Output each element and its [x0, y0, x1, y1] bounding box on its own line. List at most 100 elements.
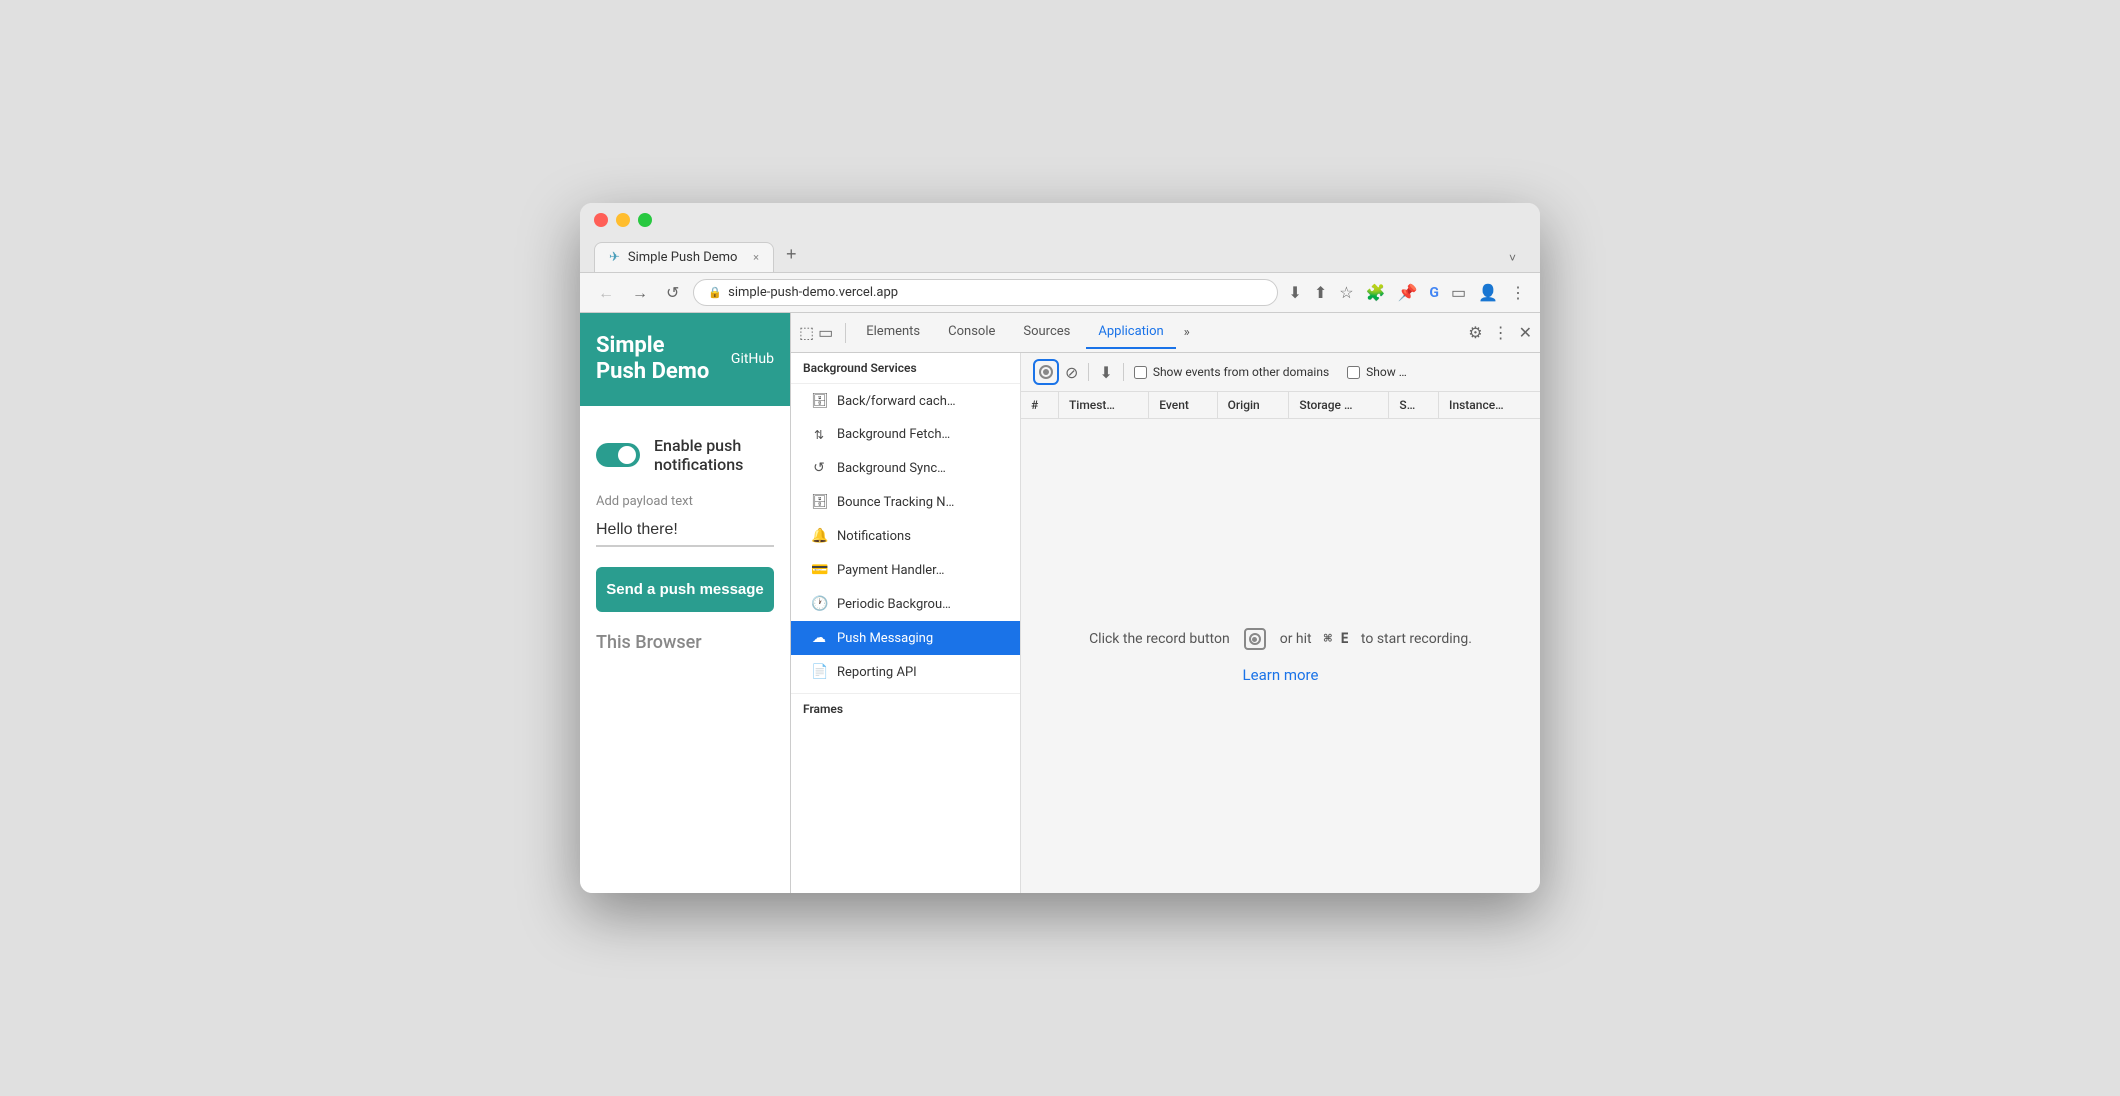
table-header-row: # Timest… Event Origin Storage … S… Inst…	[1021, 392, 1540, 419]
events-table: # Timest… Event Origin Storage … S… Inst…	[1021, 392, 1540, 419]
cast-icon[interactable]: ⬇	[1288, 283, 1301, 302]
clear-button[interactable]: ⊘	[1065, 363, 1078, 382]
record-dot	[1043, 369, 1049, 375]
address-bar: ← → ↺ 🔒 simple-push-demo.vercel.app ⬇ ⬆ …	[580, 273, 1540, 313]
sidebar-item-push-messaging[interactable]: ☁ Push Messaging	[791, 621, 1020, 655]
periodic-bg-icon: 🕐	[811, 596, 827, 612]
content-area: Simple Push Demo GitHub Enable push noti…	[580, 313, 1540, 893]
record-inner	[1039, 365, 1053, 379]
toolbar-separator-2	[1123, 363, 1124, 381]
payload-section: Add payload text	[596, 494, 774, 547]
sidebar-item-bounce-tracking[interactable]: 🗄 Bounce Tracking N…	[791, 485, 1020, 519]
payload-input[interactable]	[596, 515, 774, 547]
lock-icon: 🔒	[708, 286, 722, 299]
back-button[interactable]: ←	[594, 281, 618, 305]
url-input[interactable]: 🔒 simple-push-demo.vercel.app	[693, 279, 1278, 306]
devtools-close-icon[interactable]: ✕	[1519, 323, 1532, 342]
background-sync-icon: ↺	[811, 460, 827, 476]
sidebar-item-notifications[interactable]: 🔔 Notifications	[791, 519, 1020, 553]
tab-bar: ✈ Simple Push Demo × + ˅	[594, 237, 1526, 272]
send-push-button[interactable]: Send a push message	[596, 567, 774, 612]
share-icon[interactable]: ⬆	[1314, 283, 1327, 302]
toggle-label: Enable push notifications	[654, 436, 774, 474]
col-instance: Instance…	[1439, 392, 1540, 419]
reporting-api-icon: 📄	[811, 664, 827, 680]
devtools-toolbar: ⬚ ▭ Elements Console Sources Application…	[791, 313, 1540, 353]
col-timestamp: Timest…	[1058, 392, 1148, 419]
bookmark-icon[interactable]: ☆	[1339, 283, 1353, 302]
show-checkbox[interactable]	[1347, 366, 1360, 379]
to-start-text: to start recording.	[1361, 631, 1472, 647]
tab-elements[interactable]: Elements	[854, 316, 932, 349]
col-origin: Origin	[1217, 392, 1289, 419]
toggle-row: Enable push notifications	[596, 436, 774, 474]
shortcut-text: ⌘ E	[1324, 631, 1349, 647]
back-forward-icon: 🗄	[811, 393, 827, 409]
push-notifications-toggle[interactable]	[596, 443, 640, 467]
browser-window: ✈ Simple Push Demo × + ˅ ← → ↺ 🔒 simple-…	[580, 203, 1540, 893]
sidebar-item-payment-handler[interactable]: 💳 Payment Handler…	[791, 553, 1020, 587]
site-header: Simple Push Demo GitHub	[580, 313, 790, 406]
sidebar-item-background-fetch[interactable]: ⇅ Background Fetch…	[791, 418, 1020, 451]
traffic-lights	[594, 213, 1526, 227]
tab-close-button[interactable]: ×	[753, 251, 759, 264]
minimize-button[interactable]	[616, 213, 630, 227]
devtools-pane: ⬚ ▭ Elements Console Sources Application…	[790, 313, 1540, 893]
site-title: Simple Push Demo	[596, 333, 709, 386]
devtools-body: Background Services 🗄 Back/forward cach……	[791, 353, 1540, 893]
browser-tab[interactable]: ✈ Simple Push Demo ×	[594, 242, 774, 272]
payment-handler-icon: 💳	[811, 562, 827, 578]
background-fetch-icon: ⇅	[811, 428, 827, 442]
tab-sources[interactable]: Sources	[1011, 316, 1082, 349]
record-inline-icon	[1244, 628, 1266, 650]
layout-icon[interactable]: ▭	[1451, 283, 1466, 302]
record-button[interactable]	[1033, 359, 1059, 385]
devtools-more-icon[interactable]: ⋮	[1493, 323, 1509, 342]
this-browser-label: This Browser	[596, 632, 774, 653]
sidebar-item-periodic-background[interactable]: 🕐 Periodic Backgrou…	[791, 587, 1020, 621]
learn-more-link[interactable]: Learn more	[1243, 666, 1319, 684]
more-tabs-button[interactable]: »	[1180, 317, 1194, 348]
record-inline-inner	[1249, 633, 1261, 645]
center-message: Click the record button or hit ⌘ E	[1021, 419, 1540, 893]
devtools-select-icon[interactable]: ⬚	[799, 323, 814, 342]
profile-icon[interactable]: 👤	[1478, 283, 1498, 302]
browser-toolbar-icons: ⬇ ⬆ ☆ 🧩 📌 G ▭ 👤 ⋮	[1288, 283, 1526, 302]
extensions-icon[interactable]: 🧩	[1366, 283, 1386, 302]
show-checkbox-row[interactable]: Show …	[1347, 365, 1407, 379]
devtools-actions: ⚙ ⋮ ✕	[1468, 323, 1532, 342]
new-tab-button[interactable]: +	[774, 237, 809, 272]
tab-application[interactable]: Application	[1086, 316, 1175, 349]
devtools-settings-icon[interactable]: ⚙	[1468, 323, 1482, 342]
refresh-button[interactable]: ↺	[662, 281, 683, 304]
click-record-text: Click the record button	[1089, 631, 1230, 647]
devtools-main-panel: ⊘ ⬇ Show events from other domains Show …	[1021, 353, 1540, 893]
frames-section-header: Frames	[791, 693, 1020, 724]
center-message-text: Click the record button or hit ⌘ E	[1089, 628, 1472, 650]
pin-icon[interactable]: 📌	[1397, 283, 1417, 302]
tab-page-icon: ✈	[609, 250, 620, 265]
google-icon[interactable]: G	[1429, 285, 1439, 301]
sidebar-item-background-sync[interactable]: ↺ Background Sync…	[791, 451, 1020, 485]
maximize-button[interactable]	[638, 213, 652, 227]
background-services-header: Background Services	[791, 353, 1020, 384]
menu-icon[interactable]: ⋮	[1510, 283, 1526, 302]
sidebar-item-reporting-api[interactable]: 📄 Reporting API	[791, 655, 1020, 689]
website-pane: Simple Push Demo GitHub Enable push noti…	[580, 313, 790, 893]
close-button[interactable]	[594, 213, 608, 227]
toolbar-separator	[1088, 363, 1089, 381]
payload-label: Add payload text	[596, 494, 774, 509]
download-button[interactable]: ⬇	[1099, 363, 1112, 382]
devtools-device-icon[interactable]: ▭	[818, 323, 833, 342]
sidebar-item-back-forward[interactable]: 🗄 Back/forward cach…	[791, 384, 1020, 418]
url-text: simple-push-demo.vercel.app	[728, 285, 898, 300]
show-events-checkbox[interactable]	[1134, 366, 1147, 379]
tab-dropdown-button[interactable]: ˅	[1499, 244, 1526, 272]
forward-button[interactable]: →	[628, 281, 652, 305]
show-events-checkbox-row[interactable]: Show events from other domains	[1134, 365, 1329, 379]
col-event: Event	[1149, 392, 1217, 419]
toolbar-separator-1	[845, 323, 846, 343]
github-link[interactable]: GitHub	[731, 351, 774, 367]
tab-console[interactable]: Console	[936, 316, 1007, 349]
show-label: Show …	[1366, 365, 1407, 379]
